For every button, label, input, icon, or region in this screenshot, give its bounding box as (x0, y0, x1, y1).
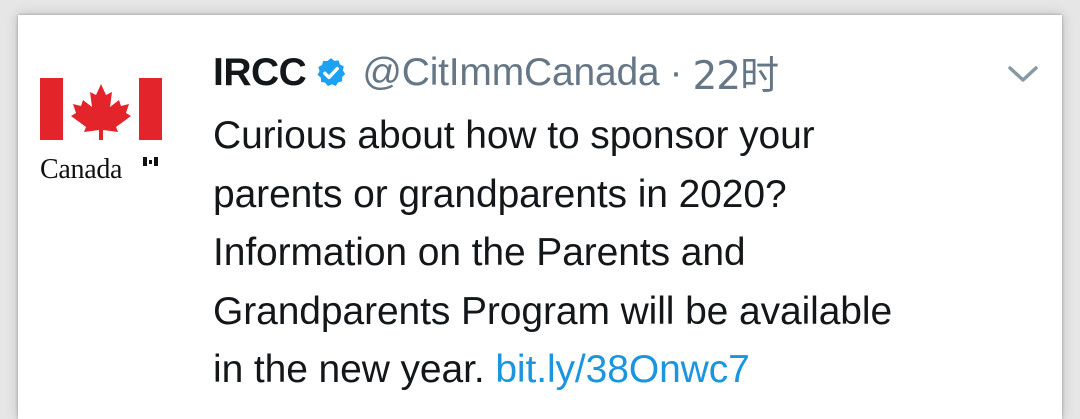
mini-flag-icon (143, 157, 158, 166)
canada-wordmark: Canada (40, 154, 162, 194)
tweet-text: Curious about how to sponsor your parent… (213, 107, 1043, 400)
tweet-link[interactable]: bit.ly/38Onwc7 (495, 348, 749, 391)
author-name[interactable]: IRCC (213, 51, 307, 95)
tweet-text-line: Information on the Parents and (213, 231, 746, 274)
tweet-text-line: Curious about how to sponsor your (213, 114, 815, 157)
author-handle[interactable]: @CitImmCanada (362, 51, 659, 95)
tweet-card[interactable]: Canada IRCC @CitImmCanada · 22时 Curious … (18, 15, 1062, 419)
tweet-text-line: in the new year. (213, 348, 485, 391)
tweet-text-line-last: in the new year. bit.ly/38Onwc7 (213, 341, 1043, 400)
canada-flag-icon (40, 78, 162, 140)
tweet-header: IRCC @CitImmCanada · 22时 (213, 45, 779, 101)
chevron-down-icon[interactable] (1005, 62, 1041, 86)
tweet-timestamp[interactable]: 22时 (692, 45, 779, 101)
tweet-text-line: Grandparents Program will be available (213, 289, 893, 333)
wordmark-text: Canada (40, 154, 123, 185)
header-separator: · (669, 51, 683, 94)
verified-badge-icon (317, 58, 346, 87)
tweet-text-line: parents or grandparents in 2020? (213, 172, 787, 216)
author-avatar[interactable]: Canada (40, 78, 162, 204)
